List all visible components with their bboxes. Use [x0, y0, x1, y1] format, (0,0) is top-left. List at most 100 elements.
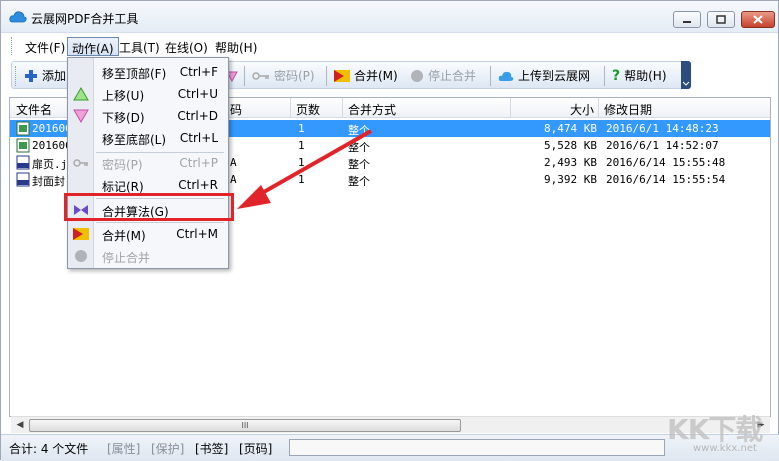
- status-bookmark: [书签]: [195, 442, 229, 456]
- menu-action[interactable]: 动作(A): [67, 37, 119, 56]
- cell-filename: 201606: [32, 139, 72, 152]
- stop-merge-label: 停止合并: [428, 69, 477, 83]
- menu-item-stop-merge[interactable]: 停止合并: [68, 245, 228, 267]
- cell-size: 9,392 KB: [544, 173, 597, 186]
- status-pagecode: [页码]: [239, 442, 273, 456]
- plus-icon: [25, 69, 37, 82]
- menu-item-label: 移至底部(L): [102, 133, 167, 147]
- menu-item-shortcut: Ctrl+U: [177, 87, 218, 101]
- menu-item-move-down[interactable]: 下移(D) Ctrl+D: [68, 105, 228, 127]
- app-window: 云展网PDF合并工具 文件(F) 动作(A) 工具(T) 在线(O) 帮助(H)…: [0, 0, 779, 461]
- column-size[interactable]: 大小: [570, 101, 594, 118]
- cell-filename: 扉页.j: [32, 158, 68, 171]
- minimize-button[interactable]: [673, 11, 701, 28]
- menu-item-move-up[interactable]: 上移(U) Ctrl+U: [68, 83, 228, 105]
- menu-item-shortcut: Ctrl+F: [179, 65, 218, 79]
- key-icon: [252, 71, 269, 80]
- cell-date: 2016/6/1 14:48:23: [606, 122, 719, 135]
- image-file-icon: [16, 121, 30, 136]
- upload-button[interactable]: 上传到云展网: [498, 65, 590, 86]
- scroll-left-arrow[interactable]: ◀: [12, 418, 28, 433]
- key-icon: [73, 159, 88, 167]
- merge-label: 合并(M): [354, 69, 398, 83]
- toolbar-grip: [15, 66, 18, 86]
- column-merge-mode[interactable]: 合并方式: [348, 101, 396, 118]
- cloud-icon: [9, 11, 27, 23]
- toolbar-overflow-button[interactable]: [681, 61, 691, 89]
- column-filename[interactable]: 文件名: [16, 101, 52, 118]
- column-divider: [598, 98, 599, 118]
- menu-item-label: 密码(P): [102, 158, 143, 172]
- down-triangle-icon: [73, 109, 89, 123]
- status-protect: [保护]: [151, 442, 185, 456]
- watermark-logo: KK下载 www.kkx.net: [665, 408, 777, 456]
- menu-tools[interactable]: 工具(T): [115, 37, 164, 56]
- menu-item-label: 上移(U): [102, 89, 145, 103]
- add-button[interactable]: 添加: [24, 65, 66, 86]
- menu-item-label: 合并(M): [102, 229, 146, 243]
- menu-item-merge[interactable]: 合并(M) Ctrl+M: [68, 223, 228, 245]
- menu-bar: 文件(F) 动作(A) 工具(T) 在线(O) 帮助(H): [11, 34, 771, 58]
- cell-size: 8,474 KB: [544, 122, 597, 135]
- menu-item-shortcut: Ctrl+D: [177, 109, 218, 123]
- toolbar-separator: [244, 66, 245, 86]
- maximize-icon: [716, 15, 726, 24]
- cloud-upload-icon: [498, 71, 514, 81]
- menu-file[interactable]: 文件(F): [21, 37, 69, 56]
- menu-item-password[interactable]: 密码(P) Ctrl+P: [68, 152, 228, 174]
- cell-size: 5,528 KB: [544, 139, 597, 152]
- watermark-url: www.kkx.net: [693, 443, 757, 454]
- menubar-grip: [11, 37, 14, 55]
- close-button[interactable]: [741, 11, 775, 28]
- toolbar-separator: [490, 66, 491, 86]
- cell-date: 2016/6/14 15:55:54: [606, 173, 726, 186]
- cell-date: 2016/6/14 15:55:48: [606, 156, 726, 169]
- merge-flag-icon: [73, 228, 89, 240]
- column-date[interactable]: 修改日期: [604, 101, 652, 118]
- menu-help[interactable]: 帮助(H): [211, 37, 261, 56]
- toolbar-separator: [326, 66, 327, 86]
- help-button[interactable]: ? 帮助(H): [612, 65, 667, 86]
- toolbar-separator: [604, 66, 605, 86]
- help-label: 帮助(H): [624, 69, 667, 83]
- upload-label: 上传到云展网: [518, 69, 591, 83]
- annotation-highlight-box: [64, 193, 234, 221]
- progress-bar: [289, 439, 665, 456]
- minimize-icon: [683, 21, 691, 23]
- close-icon: [753, 15, 763, 24]
- menu-online[interactable]: 在线(O): [161, 37, 212, 56]
- menu-item-shortcut: Ctrl+P: [179, 156, 218, 170]
- maximize-button[interactable]: [707, 11, 735, 28]
- question-icon: ?: [612, 67, 621, 84]
- scroll-thumb[interactable]: III: [29, 419, 461, 432]
- password-label: 密码(P): [274, 69, 315, 83]
- menu-item-move-bottom[interactable]: 移至底部(L) Ctrl+L: [68, 127, 228, 149]
- pic-file-icon: [16, 155, 30, 170]
- cell-filename: 封面封: [32, 175, 65, 188]
- cell-date: 2016/6/1 14:52:07: [606, 139, 719, 152]
- status-file-count: 合计: 4 个文件: [9, 442, 89, 456]
- column-pages[interactable]: 页数: [296, 101, 320, 118]
- stop-circle-icon: [75, 250, 87, 262]
- stop-merge-button[interactable]: 停止合并: [410, 65, 476, 86]
- status-attr: [属性]: [107, 442, 141, 456]
- stop-circle-icon: [411, 69, 423, 82]
- annotation-arrow-icon: [237, 129, 372, 209]
- chevron-down-icon: [682, 81, 690, 86]
- menu-item-label: 停止合并: [102, 251, 151, 265]
- menu-item-shortcut: Ctrl+R: [178, 178, 218, 192]
- pic-file-icon: [16, 172, 30, 187]
- horizontal-scrollbar[interactable]: ◀ III ▶: [11, 416, 770, 433]
- title-bar: 云展网PDF合并工具: [1, 1, 778, 33]
- menu-item-move-top[interactable]: 移至顶部(F) Ctrl+F: [68, 61, 228, 83]
- menu-item-label: 移至顶部(F): [102, 67, 167, 81]
- column-code[interactable]: 码: [230, 101, 242, 118]
- menu-item-shortcut: Ctrl+M: [176, 227, 218, 241]
- watermark-text: KK下载: [667, 413, 763, 446]
- cell-filename: 201606: [32, 122, 72, 135]
- merge-button[interactable]: 合并(M): [334, 65, 398, 86]
- up-triangle-icon: [73, 87, 89, 101]
- menu-item-label: 下移(D): [102, 111, 145, 125]
- status-bar: 合计: 4 个文件 [属性] [保护] [书签] [页码]: [1, 434, 779, 461]
- password-button[interactable]: 密码(P): [252, 65, 315, 86]
